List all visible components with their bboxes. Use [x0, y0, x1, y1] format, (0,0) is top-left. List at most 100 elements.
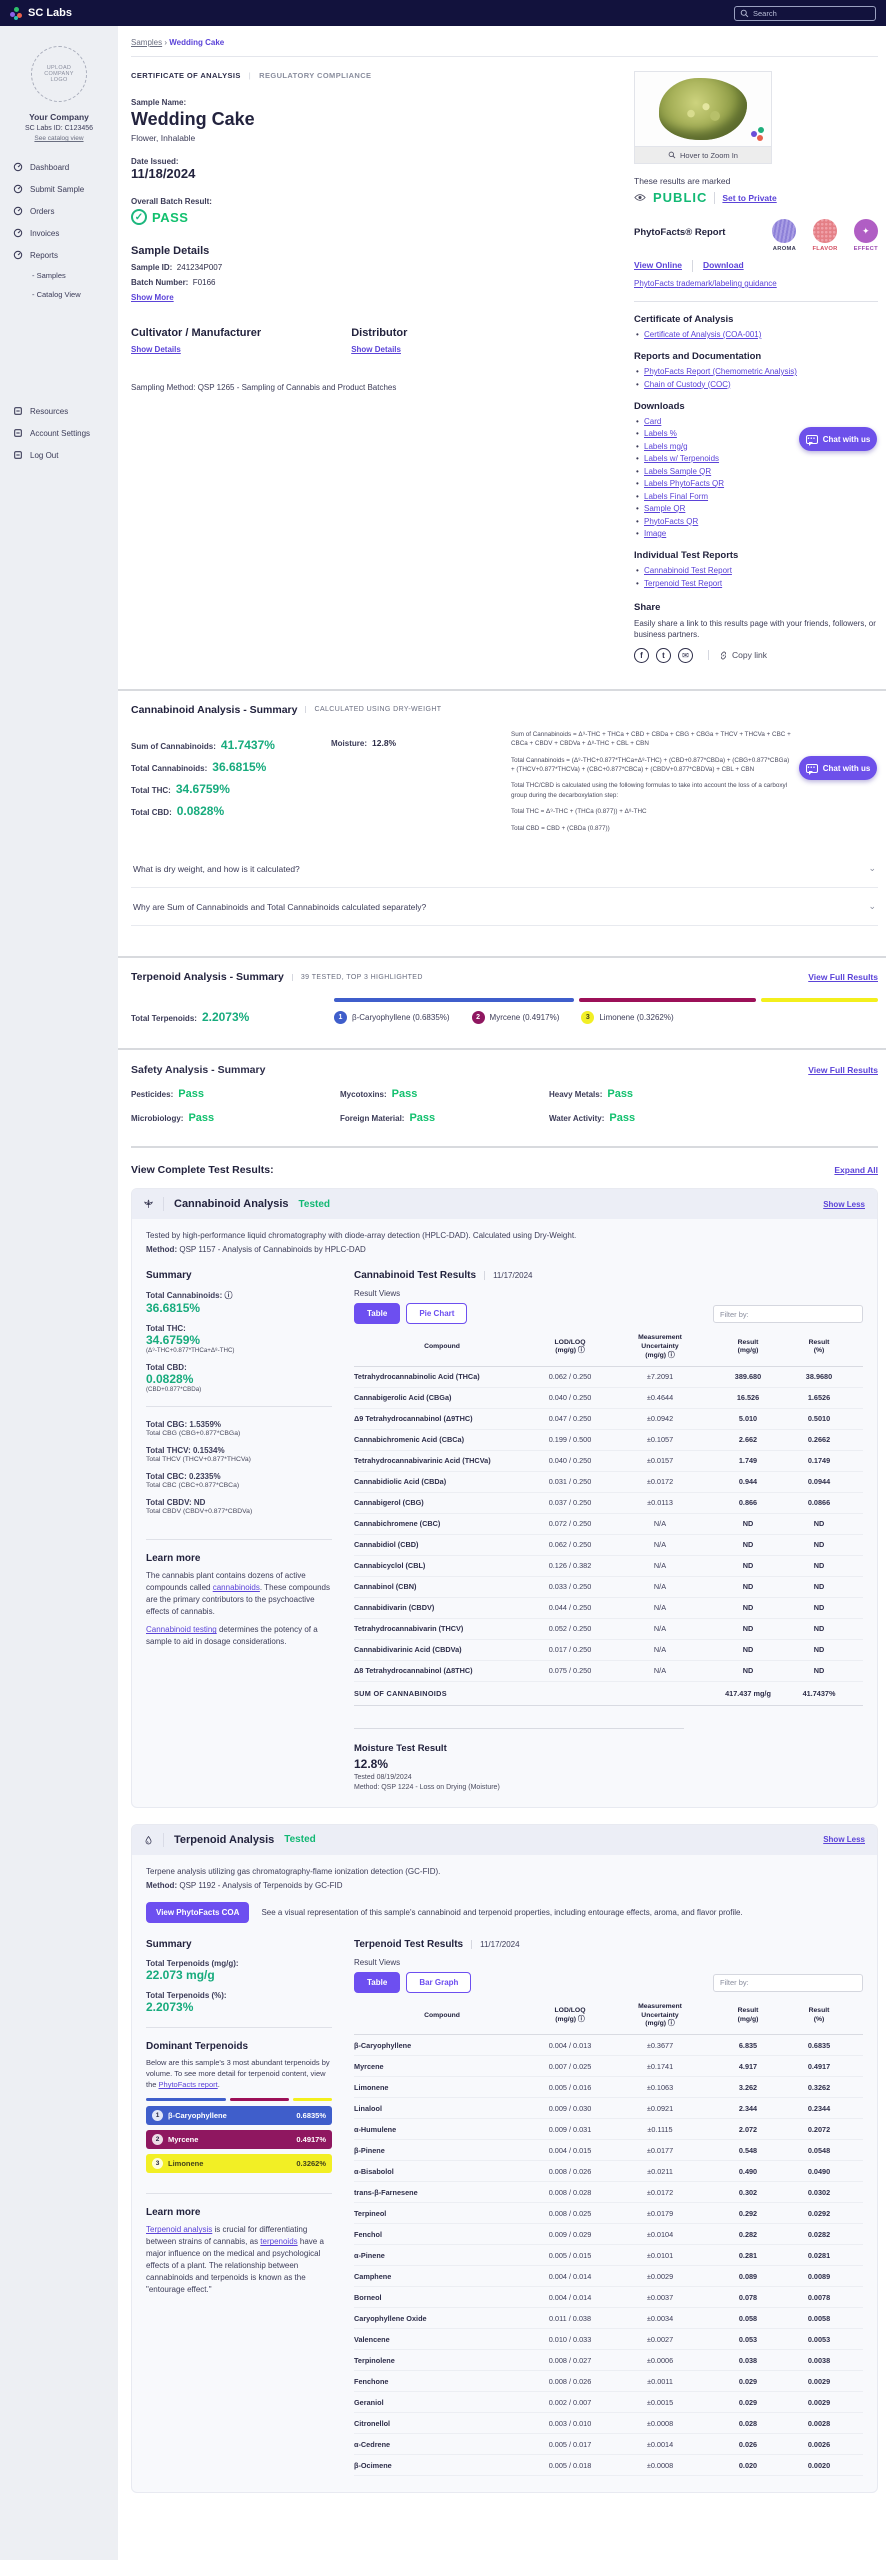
minor-value: 0.2335% — [188, 1472, 221, 1482]
docs-title: Reports and Documentation — [634, 351, 762, 362]
table-row: Δ9 Tetrahydrocannabinol (Δ9THC) 0.047 / … — [354, 1409, 863, 1430]
doc-link[interactable]: Chain of Custody (COC) — [644, 380, 731, 389]
result-mgg-cell: 16.526 — [736, 1393, 760, 1403]
sidebar-nav-item[interactable]: Dashboard — [0, 156, 118, 178]
see-catalog-view-link[interactable]: See catalog view — [0, 135, 118, 142]
download-item-link[interactable]: Labels w/ Terpenoids — [644, 454, 719, 463]
sidebar-bottom-item[interactable]: Account Settings — [0, 422, 118, 444]
download-item-link[interactable]: PhytoFacts QR — [644, 517, 698, 526]
copy-link-button[interactable]: Copy link — [708, 650, 767, 661]
coa-link[interactable]: Certificate of Analysis (COA-001) — [644, 330, 761, 339]
safety-view-full-results-link[interactable]: View Full Results — [808, 1065, 878, 1075]
individual-report-links: Cannabinoid Test Report Terpenoid Test Re… — [634, 566, 878, 588]
minor-label: Total CBDV: — [146, 1498, 192, 1508]
sample-photo[interactable] — [635, 72, 771, 146]
lodloq-cell: 0.040 / 0.250 — [548, 1393, 592, 1403]
uncertainty-cell: ±0.0034 — [646, 2313, 674, 2323]
terpenoid-show-less-link[interactable]: Show Less — [823, 1835, 865, 1844]
sidebar-bottom-nav: Resources Account Settings Log Out — [0, 400, 118, 466]
set-to-private-link[interactable]: Set to Private — [722, 193, 776, 203]
report-tabs: CERTIFICATE OF ANALYSIS | REGULATORY COM… — [131, 71, 372, 80]
sample-image-card[interactable]: Hover to Zoom In — [634, 71, 772, 164]
download-item-link[interactable]: Image — [644, 529, 666, 538]
faq-row[interactable]: Why are Sum of Cannabinoids and Total Ca… — [131, 888, 878, 927]
chat-with-us-button[interactable]: ••• Chat with us — [799, 427, 877, 451]
show-more-link[interactable]: Show More — [131, 293, 174, 302]
terpenoids-link[interactable]: terpenoids — [260, 2237, 297, 2246]
report-link[interactable]: Terpenoid Test Report — [644, 579, 722, 588]
individual-reports-title: Individual Test Reports — [634, 550, 739, 561]
terpenoid-analysis-link[interactable]: Terpenoid analysis — [146, 2225, 212, 2234]
sidebar-subnav-item[interactable]: - Catalog View — [0, 285, 118, 304]
uncertainty-cell: ±0.0177 — [646, 2145, 674, 2155]
safety-summary-title: Safety Analysis - Summary — [131, 1064, 266, 1077]
terpenoid-filter-input[interactable] — [713, 1973, 863, 1992]
moisture-result: Moisture Test Result 12.8% Tested 08/19/… — [354, 1727, 684, 1791]
sidebar-nav-item[interactable]: Reports — [0, 244, 118, 266]
expand-all-link[interactable]: Expand All — [834, 1165, 878, 1175]
sidebar-nav-item[interactable]: Submit Sample — [0, 178, 118, 200]
tab-regulatory-compliance[interactable]: REGULATORY COMPLIANCE — [259, 71, 371, 80]
distributor-show-details-link[interactable]: Show Details — [351, 345, 401, 354]
faq-row[interactable]: What is dry weight, and how is it calcul… — [131, 850, 878, 889]
dominant-terpenoid-bar: 2 Myrcene 0.4917% — [146, 2130, 332, 2150]
cannabinoid-formulas: Sum of Cannabinoids = Δ⁹-THC + THCa + CB… — [511, 730, 878, 841]
download-item-link[interactable]: Card — [644, 417, 661, 426]
sidebar-nav-item[interactable]: Invoices — [0, 222, 118, 244]
download-item-link[interactable]: Labels Sample QR — [644, 467, 711, 476]
table-row: Tetrahydrocannabivarin (THCV) 0.052 / 0.… — [354, 1619, 863, 1640]
upload-company-logo[interactable]: UPLOAD COMPANY LOGO — [31, 46, 87, 102]
sidebar-bottom-item[interactable]: Resources — [0, 400, 118, 422]
sc-labs-logo[interactable]: SC Labs — [10, 6, 72, 20]
cannabinoid-show-less-link[interactable]: Show Less — [823, 1200, 865, 1209]
pie-chart-view-button[interactable]: Pie Chart — [406, 1303, 468, 1325]
search-input[interactable] — [753, 8, 863, 18]
sidebar-nav-item[interactable]: Orders — [0, 200, 118, 222]
terpenoid-view-full-results-link[interactable]: View Full Results — [808, 972, 878, 982]
bar-graph-view-button[interactable]: Bar Graph — [406, 1971, 472, 1993]
download-link[interactable]: Download — [703, 260, 744, 272]
phytofacts-report-link[interactable]: PhytoFacts report — [159, 2080, 218, 2089]
sidebar-subnav-item[interactable]: - Samples — [0, 266, 118, 285]
download-item-link[interactable]: Labels PhytoFacts QR — [644, 479, 724, 488]
sidebar-bottom-item[interactable]: Log Out — [0, 444, 118, 466]
download-item-link[interactable]: Sample QR — [644, 504, 685, 513]
terpenoid-stacked-bar — [334, 998, 878, 1003]
compound-cell: Cannabichromene (CBC) — [354, 1519, 441, 1529]
chat-with-us-button[interactable]: ••• Chat with us — [799, 756, 877, 780]
email-icon[interactable]: ✉ — [678, 647, 693, 663]
rank-badge: 2 — [471, 1011, 485, 1025]
breadcrumb-samples-link[interactable]: Samples — [131, 38, 162, 47]
result-pct-cell: ND — [813, 1519, 825, 1529]
cultivator-show-details-link[interactable]: Show Details — [131, 345, 181, 354]
cannabinoids-link[interactable]: cannabinoids — [213, 1583, 260, 1592]
safety-item-value: Pass — [609, 1112, 636, 1125]
compound-cell: α-Bisabolol — [354, 2166, 394, 2176]
hover-to-zoom[interactable]: Hover to Zoom In — [635, 146, 771, 163]
result-pct-cell: ND — [813, 1540, 825, 1550]
table-row: Tetrahydrocannabinolic Acid (THCa) 0.062… — [354, 1367, 863, 1388]
nav-item-icon — [13, 184, 23, 194]
cannabinoid-testing-link[interactable]: Cannabinoid testing — [146, 1625, 217, 1634]
total-terpenoids-mgg-label: Total Terpenoids (mg/g): — [146, 1958, 239, 1968]
table-view-button[interactable]: Table — [354, 1303, 401, 1325]
date-issued-label: Date Issued: — [131, 157, 179, 166]
report-link[interactable]: Cannabinoid Test Report — [644, 566, 732, 575]
phytofacts-guidance-link[interactable]: PhytoFacts trademark/labeling guidance — [634, 279, 878, 288]
compound-cell: α-Humulene — [354, 2124, 397, 2134]
download-item-link[interactable]: Labels % — [644, 429, 677, 438]
table-view-button[interactable]: Table — [354, 1971, 401, 1993]
download-item-link[interactable]: Labels Final Form — [644, 492, 708, 501]
uncertainty-cell: ±0.0104 — [646, 2229, 674, 2239]
stat-label: Total THC: — [131, 785, 171, 795]
doc-link[interactable]: PhytoFacts Report (Chemometric Analysis) — [644, 367, 797, 376]
search-box[interactable] — [734, 5, 876, 21]
twitter-icon[interactable]: t — [656, 647, 671, 663]
facebook-icon[interactable]: f — [634, 647, 649, 663]
lodloq-cell: 0.047 / 0.250 — [548, 1414, 592, 1424]
tab-certificate-of-analysis[interactable]: CERTIFICATE OF ANALYSIS — [131, 71, 241, 80]
download-item-link[interactable]: Labels mg/g — [644, 442, 688, 451]
view-phytofacts-coa-button[interactable]: View PhytoFacts COA — [146, 1901, 250, 1923]
cannabinoid-filter-input[interactable] — [713, 1305, 863, 1324]
view-online-link[interactable]: View Online — [634, 260, 682, 272]
